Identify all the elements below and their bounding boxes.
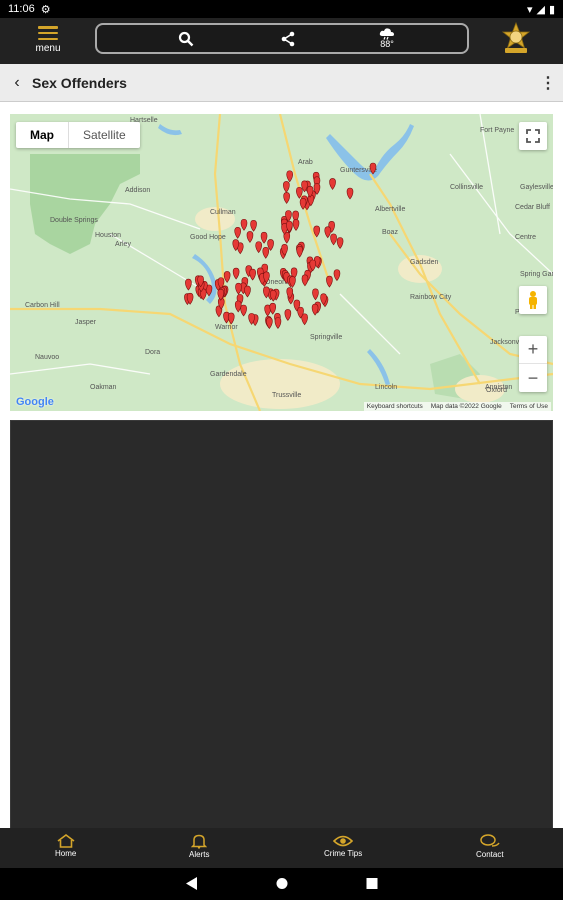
- bottom-navigation: Home Alerts Crime Tips Contact: [0, 828, 563, 868]
- map-type-control: Map Satellite: [16, 122, 140, 148]
- nav-home[interactable]: Home: [55, 834, 76, 858]
- place-label: Double Springs: [50, 217, 98, 224]
- place-label: Cedar Bluff: [515, 204, 550, 211]
- nav-alerts-label: Alerts: [189, 850, 210, 859]
- page-title: Sex Offenders: [32, 74, 127, 91]
- place-label: Fort Payne: [480, 127, 514, 134]
- chat-icon: [480, 834, 500, 847]
- more-options-icon[interactable]: ⋮: [533, 73, 563, 93]
- app-header: menu 88°: [0, 18, 563, 64]
- place-label: Good Hope: [190, 234, 226, 241]
- share-icon: [281, 31, 295, 46]
- map-data-text: Map data ©2022 Google: [430, 403, 502, 410]
- main-content: Hartselle Arab Guntersville Fort Payne Alber…: [0, 102, 563, 830]
- place-label: Rainbow City: [410, 294, 452, 301]
- menu-label: menu: [35, 43, 61, 54]
- place-label: Lincoln: [375, 384, 397, 391]
- search-icon: [178, 31, 194, 46]
- map-canvas[interactable]: HartselleArabGuntersvilleFort PayneAlber…: [10, 114, 553, 411]
- menu-button[interactable]: menu: [28, 22, 68, 60]
- place-label: Trussville: [272, 392, 301, 399]
- search-button[interactable]: [173, 25, 199, 52]
- pegman-icon: [529, 291, 537, 309]
- place-label: Addison: [125, 187, 150, 194]
- place-label: Dora: [145, 349, 160, 356]
- back-arrow-icon[interactable]: ‹: [2, 74, 32, 92]
- zoom-in-button[interactable]: +: [519, 336, 547, 364]
- fullscreen-button[interactable]: [519, 122, 547, 150]
- map-type-satellite-button[interactable]: Satellite: [69, 122, 140, 148]
- place-label: Albertville: [375, 206, 405, 213]
- home-icon: [57, 834, 75, 848]
- place-label: Gaylesville: [520, 184, 553, 191]
- urban-area: [220, 359, 340, 409]
- place-label: Jasper: [75, 319, 97, 326]
- eye-icon: [333, 835, 354, 847]
- fullscreen-icon: [526, 129, 540, 143]
- zoom-out-button[interactable]: −: [519, 364, 547, 392]
- place-label: Boaz: [382, 229, 398, 236]
- hamburger-icon: [38, 26, 58, 40]
- map-type-map-button[interactable]: Map: [16, 122, 69, 148]
- zoom-control: + −: [519, 336, 547, 392]
- system-recents-icon[interactable]: [366, 877, 378, 890]
- place-label: Collinsville: [450, 184, 483, 191]
- offender-map[interactable]: Hartselle Arab Guntersville Fort Payne Alber…: [10, 114, 553, 411]
- map-attribution: Keyboard shortcuts Map data ©2022 Google…: [363, 402, 551, 411]
- bell-icon: [191, 834, 208, 849]
- status-time: 11:06: [8, 3, 35, 15]
- status-icons: ▾ ◢ ▮: [527, 3, 555, 16]
- weather-temperature: 88°: [380, 39, 394, 49]
- nav-alerts[interactable]: Alerts: [189, 834, 209, 859]
- system-navigation: [0, 868, 563, 900]
- nav-contact-label: Contact: [476, 850, 504, 859]
- nav-contact[interactable]: Contact: [476, 834, 504, 859]
- place-label: Springville: [310, 334, 342, 341]
- place-label: Carbon Hill: [25, 302, 60, 309]
- status-bar: 11:06 ⚙ ▾ ◢ ▮: [0, 0, 563, 18]
- place-label: Gardendale: [210, 371, 247, 378]
- place-label: Oxford: [486, 387, 507, 394]
- system-back-icon[interactable]: [186, 877, 198, 890]
- place-label: Warrior: [215, 324, 238, 331]
- offender-list-panel: [10, 420, 553, 830]
- keyboard-shortcuts-link[interactable]: Keyboard shortcuts: [367, 403, 423, 410]
- place-label: Arley: [115, 241, 131, 248]
- wifi-icon: ▾: [526, 3, 533, 16]
- place-label: Spring Garden: [520, 271, 553, 278]
- google-logo: Google: [16, 396, 54, 408]
- nav-home-label: Home: [55, 849, 77, 858]
- header-actions-pill: 88°: [95, 23, 469, 54]
- place-label: Arab: [298, 159, 313, 166]
- battery-icon: ▮: [548, 3, 555, 16]
- system-home-icon[interactable]: [276, 877, 288, 890]
- place-label: Gadsden: [410, 259, 439, 266]
- page-title-bar: ‹ Sex Offenders ⋮: [0, 64, 563, 102]
- nav-crime-tips-label: Crime Tips: [324, 849, 363, 858]
- place-label: Oakman: [90, 384, 117, 391]
- place-label: Nauvoo: [35, 354, 59, 361]
- nav-crime-tips[interactable]: Crime Tips: [324, 834, 362, 858]
- settings-gear-icon: ⚙: [40, 3, 51, 16]
- sheriff-badge-logo: [501, 22, 531, 53]
- weather-button[interactable]: 88°: [369, 25, 405, 52]
- street-view-pegman[interactable]: [519, 286, 547, 314]
- place-label: Houston: [95, 232, 121, 239]
- share-button[interactable]: [275, 25, 301, 52]
- place-label: Cullman: [210, 209, 236, 216]
- place-label: Centre: [515, 234, 536, 241]
- terms-of-use-link[interactable]: Terms of Use: [510, 403, 548, 410]
- signal-icon: ◢: [536, 3, 545, 16]
